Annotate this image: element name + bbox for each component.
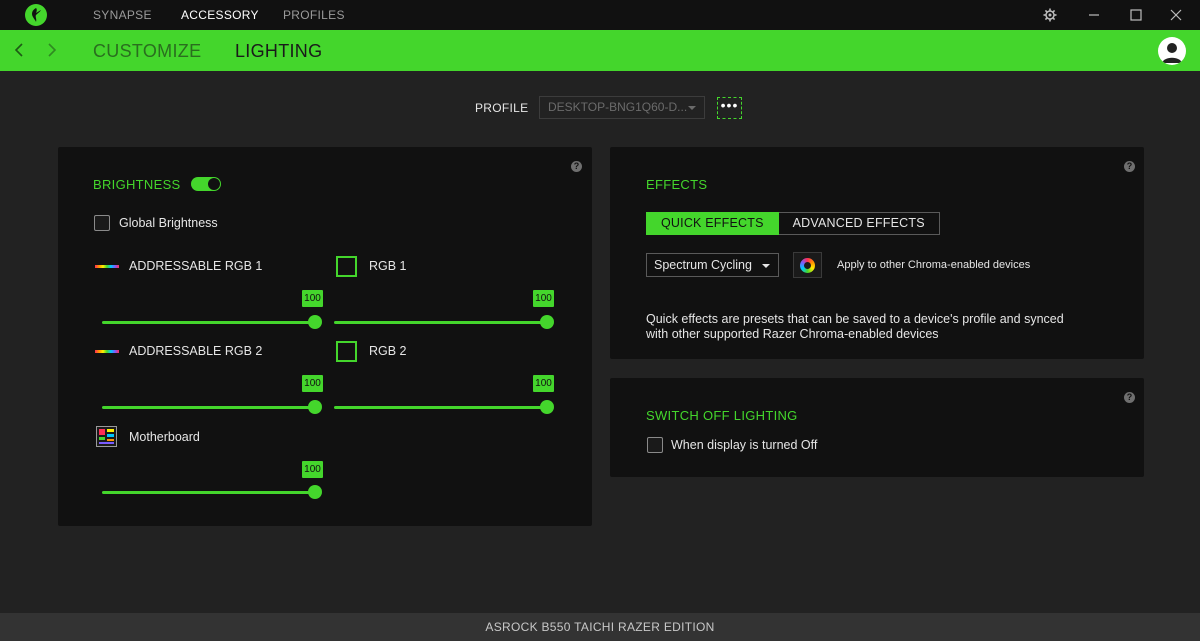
zone-label-motherboard: Motherboard — [129, 430, 200, 444]
help-icon[interactable]: ? — [1124, 161, 1135, 172]
rgb-header-icon[interactable] — [336, 341, 357, 362]
profile-more-button[interactable]: ••• — [717, 97, 742, 119]
slider-argb1[interactable] — [102, 311, 322, 331]
tab-synapse[interactable]: SYNAPSE — [93, 8, 152, 22]
brightness-title: BRIGHTNESS — [93, 177, 181, 192]
chroma-apply-button[interactable] — [793, 252, 822, 278]
effects-tabs: QUICK EFFECTS ADVANCED EFFECTS — [646, 212, 940, 235]
effect-select[interactable]: Spectrum Cycling — [646, 253, 779, 277]
slider-track — [102, 406, 315, 409]
slider-value-rgb2: 100 — [533, 375, 554, 392]
tab-quick-effects[interactable]: QUICK EFFECTS — [646, 212, 779, 235]
forward-arrow-icon[interactable] — [45, 42, 59, 58]
led-strip-icon — [95, 350, 119, 353]
effects-description: Quick effects are presets that can be sa… — [646, 312, 1064, 341]
chevron-down-icon — [762, 264, 770, 268]
slider-argb2[interactable] — [102, 396, 322, 416]
display-off-label: When display is turned Off — [671, 438, 818, 452]
gear-icon[interactable] — [1042, 7, 1058, 23]
slider-thumb[interactable] — [308, 315, 322, 329]
help-icon[interactable]: ? — [571, 161, 582, 172]
led-strip-icon — [95, 265, 119, 268]
device-name-footer: ASROCK B550 TAICHI RAZER EDITION — [0, 613, 1200, 641]
switch-off-title: SWITCH OFF LIGHTING — [646, 408, 798, 423]
profile-select[interactable]: DESKTOP-BNG1Q60-D... — [539, 96, 705, 119]
tab-accessory[interactable]: ACCESSORY — [181, 8, 259, 22]
zone-label-rgb1: RGB 1 — [369, 259, 407, 273]
display-off-checkbox[interactable] — [647, 437, 663, 453]
maximize-icon[interactable] — [1128, 7, 1144, 23]
slider-track — [102, 491, 315, 494]
slider-rgb1[interactable] — [334, 311, 554, 331]
slider-thumb[interactable] — [540, 315, 554, 329]
slider-rgb2[interactable] — [334, 396, 554, 416]
tab-advanced-effects[interactable]: ADVANCED EFFECTS — [778, 212, 940, 235]
zone-label-argb2: ADDRESSABLE RGB 2 — [129, 344, 263, 358]
profile-select-value: DESKTOP-BNG1Q60-D... — [548, 100, 688, 114]
motherboard-icon — [96, 426, 117, 447]
zone-label-rgb2: RGB 2 — [369, 344, 407, 358]
effects-title: EFFECTS — [646, 177, 708, 192]
rgb-header-icon[interactable] — [336, 256, 357, 277]
apply-chroma-label: Apply to other Chroma-enabled devices — [837, 259, 1031, 271]
slider-value-rgb1: 100 — [533, 290, 554, 307]
tab-customize[interactable]: CUSTOMIZE — [93, 41, 201, 62]
effect-select-value: Spectrum Cycling — [654, 258, 752, 272]
slider-track — [334, 406, 547, 409]
avatar[interactable] — [1158, 37, 1186, 65]
tab-profiles[interactable]: PROFILES — [283, 8, 345, 22]
slider-thumb[interactable] — [308, 400, 322, 414]
chevron-down-icon — [688, 106, 696, 110]
slider-track — [102, 321, 315, 324]
slider-value-argb2: 100 — [302, 375, 323, 392]
global-brightness-checkbox[interactable] — [94, 215, 110, 231]
razer-logo-icon — [25, 4, 47, 26]
slider-track — [334, 321, 547, 324]
back-arrow-icon[interactable] — [12, 42, 26, 58]
tab-lighting[interactable]: LIGHTING — [235, 41, 322, 62]
slider-thumb[interactable] — [308, 485, 322, 499]
brightness-toggle[interactable] — [191, 177, 221, 191]
profile-label: PROFILE — [475, 101, 529, 115]
switch-off-panel — [610, 378, 1144, 477]
zone-label-argb1: ADDRESSABLE RGB 1 — [129, 259, 263, 273]
global-brightness-label: Global Brightness — [119, 216, 218, 230]
title-bar: SYNAPSE ACCESSORY PROFILES — [0, 0, 1200, 30]
sub-nav-bar: CUSTOMIZE LIGHTING — [0, 30, 1200, 71]
brightness-panel — [58, 147, 592, 526]
chroma-icon — [800, 258, 815, 273]
minimize-icon[interactable] — [1086, 7, 1102, 23]
close-icon[interactable] — [1168, 7, 1184, 23]
slider-thumb[interactable] — [540, 400, 554, 414]
help-icon[interactable]: ? — [1124, 392, 1135, 403]
slider-value-motherboard: 100 — [302, 461, 323, 478]
slider-value-argb1: 100 — [302, 290, 323, 307]
slider-motherboard[interactable] — [102, 481, 322, 501]
